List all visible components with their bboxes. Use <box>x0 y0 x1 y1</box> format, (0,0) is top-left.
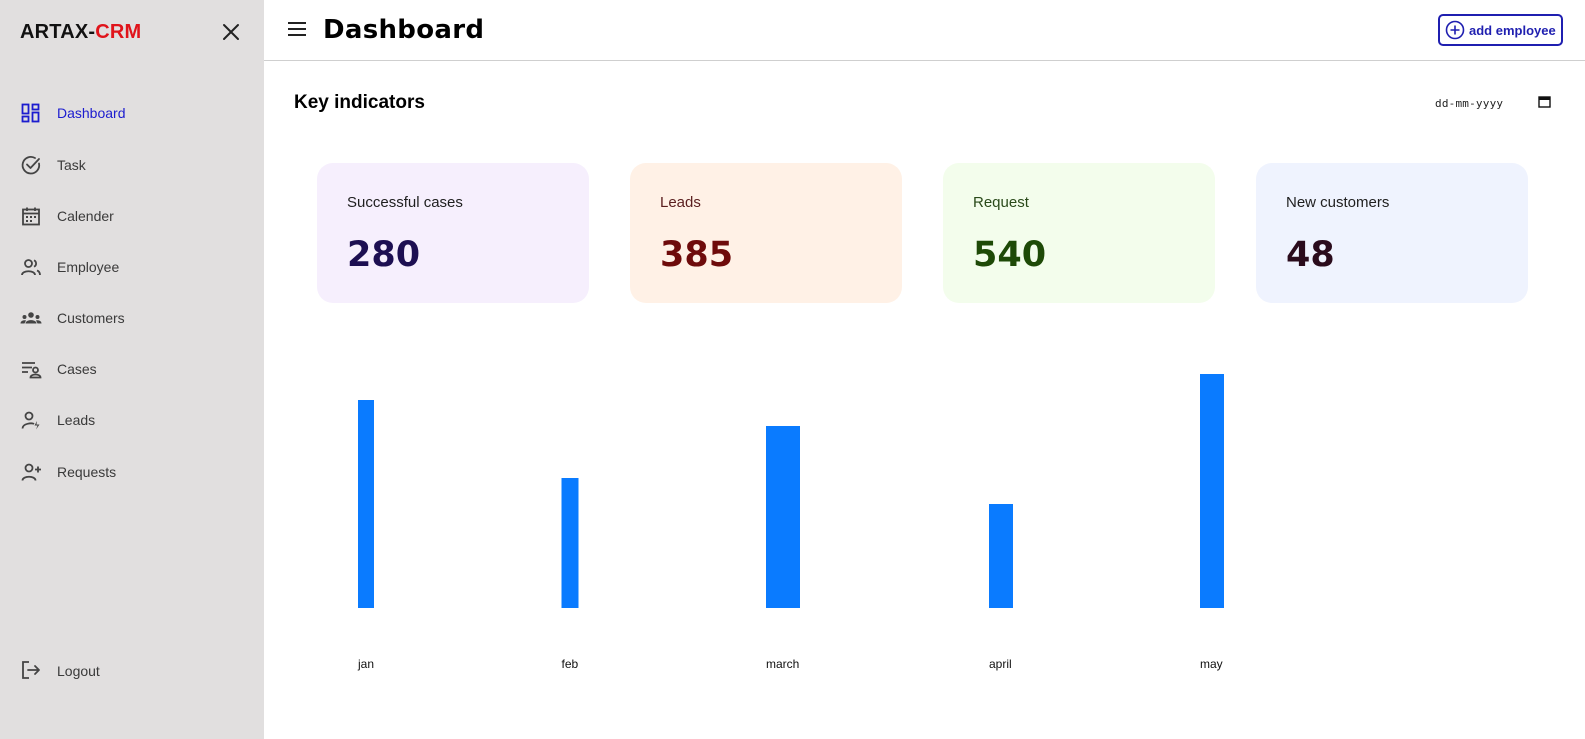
add-employee-label: add employee <box>1469 22 1556 38</box>
sidebar-item-cases[interactable]: Cases <box>0 349 264 389</box>
kpi-card-value: 540 <box>973 235 1047 275</box>
people-icon <box>21 259 41 276</box>
cases-icon <box>22 362 42 379</box>
brand-part1: ARTAX- <box>20 21 96 43</box>
chart-x-label: feb <box>562 657 579 671</box>
close-icon <box>223 24 239 40</box>
top-header: Dashboard <box>264 0 1585 61</box>
logout-button[interactable]: Logout <box>0 650 264 690</box>
chart-svg: jan feb march april may <box>357 374 1224 671</box>
calendar-picker-icon[interactable] <box>1538 95 1551 108</box>
kpi-card: Leads 385 <box>630 163 902 303</box>
menu-toggle-button[interactable] <box>287 20 307 38</box>
sidebar: ARTAX-CRM Dashboard Task Calender Employ… <box>0 0 264 739</box>
dashboard-icon <box>21 103 40 123</box>
sidebar-item-label: Customers <box>57 310 125 326</box>
page-title: Dashboard <box>323 15 485 45</box>
sidebar-item-label: Cases <box>57 361 97 377</box>
brand-logo: ARTAX-CRM <box>20 21 141 44</box>
kpi-card-value: 48 <box>1286 235 1335 275</box>
kpi-card-label: Request <box>973 194 1029 211</box>
person-add-icon <box>21 463 41 481</box>
groups-icon <box>20 312 42 324</box>
sidebar-item-label: Calender <box>57 208 114 224</box>
chart-x-label: jan <box>357 657 374 671</box>
kpi-card: Request 540 <box>943 163 1215 303</box>
kpi-card-value: 385 <box>660 235 734 275</box>
chart-bar-jan <box>358 400 374 608</box>
chart-bar-may <box>1200 374 1224 608</box>
chart-bar-april <box>989 504 1013 608</box>
sidebar-item-label: Leads <box>57 412 96 428</box>
plus-circle-icon <box>1445 20 1465 40</box>
close-sidebar-button[interactable] <box>221 22 241 42</box>
sidebar-item-label: Dashboard <box>57 105 126 121</box>
sidebar-item-requests[interactable]: Requests <box>0 452 264 492</box>
sidebar-item-employee[interactable]: Employee <box>0 247 264 287</box>
kpi-card: New customers 48 <box>1256 163 1528 303</box>
person-bolt-icon <box>21 411 40 430</box>
chart-x-label: march <box>766 657 799 671</box>
brand-part2: CRM <box>95 21 142 43</box>
sidebar-item-label: Requests <box>57 464 117 480</box>
sidebar-item-task[interactable]: Task <box>0 145 264 185</box>
sidebar-item-label: Employee <box>57 259 120 275</box>
chart-bar-feb <box>561 478 579 608</box>
kpi-card-label: Successful cases <box>347 194 463 211</box>
logout-label: Logout <box>57 663 100 679</box>
section-title: Key indicators <box>294 92 425 113</box>
bar-chart: jan feb march april may <box>264 330 1585 739</box>
kpi-card: Successful cases 280 <box>317 163 589 303</box>
check-circle-icon <box>21 156 41 175</box>
chart-bar-march <box>766 426 800 608</box>
sidebar-item-customers[interactable]: Customers <box>0 298 264 338</box>
logout-icon <box>22 661 40 679</box>
app-root: ARTAX-CRM Dashboard Task Calender Employ… <box>0 0 1585 739</box>
date-input[interactable]: dd-mm-yyyy <box>1435 92 1555 114</box>
chart-x-label: april <box>989 657 1012 671</box>
chart-x-label: may <box>1200 657 1223 671</box>
add-employee-button[interactable]: add employee <box>1438 14 1563 46</box>
kpi-card-label: New customers <box>1286 194 1390 211</box>
kpi-card-label: Leads <box>660 194 701 211</box>
sidebar-item-leads[interactable]: Leads <box>0 400 264 440</box>
calendar-icon <box>22 207 40 226</box>
hamburger-icon <box>288 22 306 36</box>
date-placeholder: dd-mm-yyyy <box>1435 96 1504 110</box>
sidebar-item-calender[interactable]: Calender <box>0 196 264 236</box>
sidebar-item-dashboard[interactable]: Dashboard <box>0 93 264 133</box>
sidebar-item-label: Task <box>57 157 86 173</box>
kpi-card-value: 280 <box>347 235 421 275</box>
